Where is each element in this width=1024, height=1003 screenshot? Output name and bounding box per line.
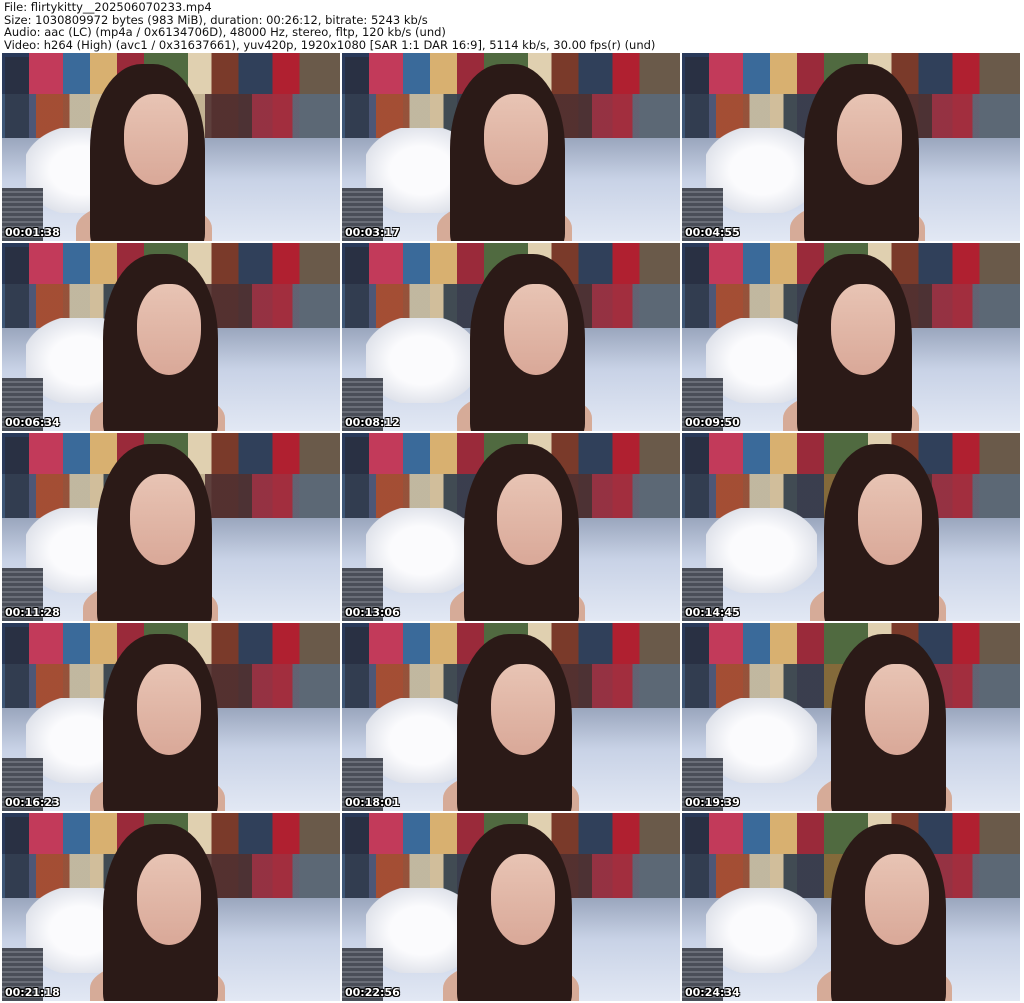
audio-info: Audio: aac (LC) (mp4a / 0x6134706D), 480…	[4, 25, 446, 39]
video-thumbnail: 00:13:06	[342, 433, 680, 621]
video-thumbnail: 00:18:01	[342, 623, 680, 811]
video-thumbnail: 00:16:23	[2, 623, 340, 811]
thumbnail-timestamp: 00:11:28	[5, 606, 60, 619]
video-thumbnail: 00:21:18	[2, 813, 340, 1001]
thumbnail-timestamp: 00:21:18	[5, 986, 60, 999]
thumbnail-timestamp: 00:06:34	[5, 416, 60, 429]
video-info: Video: h264 (High) (avc1 / 0x31637661), …	[4, 37, 656, 52]
video-thumbnail: 00:11:28	[2, 433, 340, 621]
video-thumbnail: 00:06:34	[2, 243, 340, 431]
video-thumbnail: 00:01:38	[2, 53, 340, 241]
file-name: File: flirtykitty__202506070233.mp4	[4, 0, 212, 14]
file-info-header: File: flirtykitty__202506070233.mp4 Size…	[4, 1, 655, 51]
thumbnail-timestamp: 00:01:38	[5, 226, 60, 239]
video-thumbnail: 00:24:34	[682, 813, 1020, 1001]
thumbnail-grid: 00:01:38 00:03:17 00:04:55 00:06:34 00:0…	[2, 53, 1020, 1001]
video-thumbnail: 00:04:55	[682, 53, 1020, 241]
thumbnail-timestamp: 00:16:23	[5, 796, 60, 809]
thumbnail-timestamp: 00:22:56	[345, 986, 400, 999]
thumbnail-timestamp: 00:19:39	[685, 796, 740, 809]
thumbnail-timestamp: 00:03:17	[345, 226, 400, 239]
thumbnail-timestamp: 00:08:12	[345, 416, 400, 429]
video-thumbnail: 00:19:39	[682, 623, 1020, 811]
thumbnail-timestamp: 00:13:06	[345, 606, 400, 619]
video-thumbnail: 00:03:17	[342, 53, 680, 241]
video-thumbnail: 00:09:50	[682, 243, 1020, 431]
video-thumbnail: 00:22:56	[342, 813, 680, 1001]
thumbnail-timestamp: 00:04:55	[685, 226, 740, 239]
thumbnail-timestamp: 00:09:50	[685, 416, 740, 429]
thumbnail-timestamp: 00:14:45	[685, 606, 740, 619]
thumbnail-timestamp: 00:24:34	[685, 986, 740, 999]
video-thumbnail: 00:08:12	[342, 243, 680, 431]
video-thumbnail: 00:14:45	[682, 433, 1020, 621]
thumbnail-timestamp: 00:18:01	[345, 796, 400, 809]
